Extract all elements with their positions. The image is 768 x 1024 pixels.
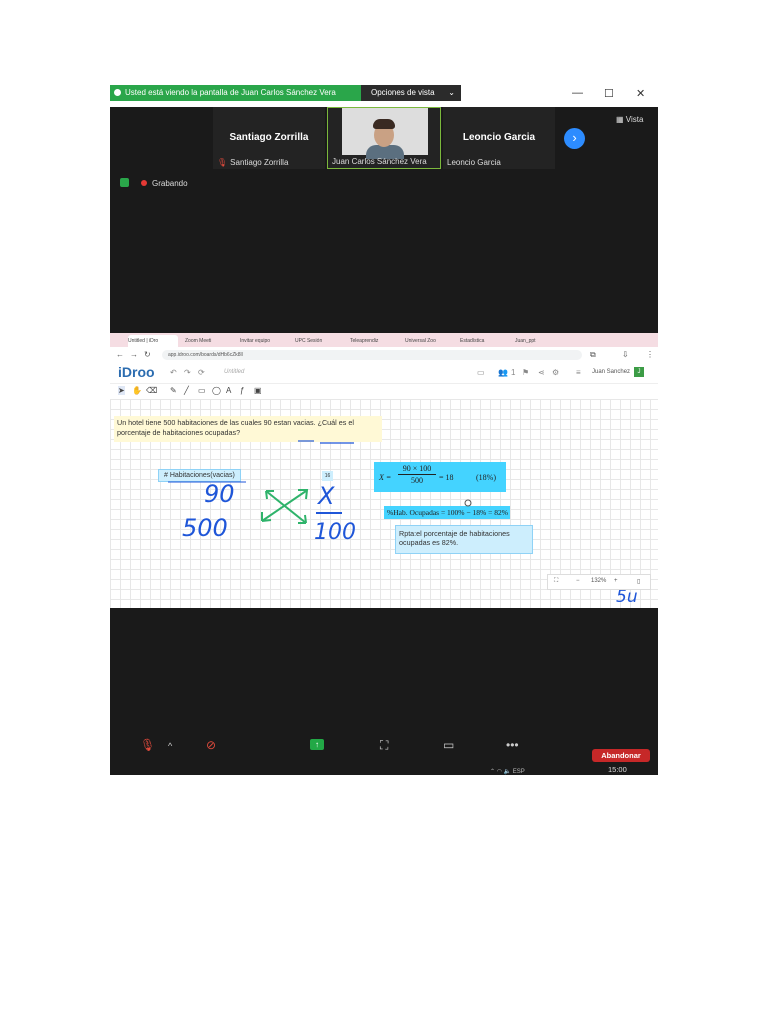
meeting-controls: 🎙 ^ ⊘ ↑ ⛶ ▭ ••• Abandonar ⌃ ◠ 🔈 ESP 15:0… <box>110 608 658 775</box>
more-icon[interactable]: ••• <box>506 738 519 752</box>
handwritten-5u: 5u <box>616 587 638 607</box>
line-tool-icon[interactable]: ╱ <box>184 386 189 395</box>
person-hair <box>373 119 395 129</box>
map-icon[interactable]: ▯ <box>637 578 640 585</box>
tab-estadistica[interactable]: Estadística <box>460 335 508 347</box>
user-count: 1 <box>511 368 516 377</box>
document-name[interactable]: Untitled <box>224 369 244 375</box>
menu-icon[interactable]: ⋮ <box>646 350 654 359</box>
zoom-in-button[interactable]: + <box>614 578 618 584</box>
share-icon[interactable]: ⋖ <box>538 368 545 377</box>
screen-share-notice: Usted está viendo la pantalla de Juan Ca… <box>110 85 364 101</box>
rectangle-tool-icon[interactable]: ▭ <box>198 386 206 395</box>
tab-upc[interactable]: UPC Sesión <box>295 335 343 347</box>
participant-name: Juan Carlos Sánchez Vera <box>332 157 427 166</box>
whiteboard-canvas[interactable]: Un hotel tiene 500 habitaciones de las c… <box>110 399 658 608</box>
participant-tile-leoncio[interactable]: Leoncio Garcia Leoncio Garcia <box>443 107 555 169</box>
share-screen-button[interactable]: ↑ <box>310 739 324 750</box>
handwritten-500: 500 <box>182 514 228 542</box>
reload-icon[interactable]: ↻ <box>144 350 151 359</box>
idroo-logo: iDroo <box>118 364 155 380</box>
meeting-area: Santiago Zorrilla 🎙 Santiago Zorrilla Jua… <box>110 107 658 333</box>
shield-icon <box>120 178 129 187</box>
chevron-down-icon: ⌄ <box>448 88 455 97</box>
grid-icon: ▦ <box>616 115 624 124</box>
tab-universal[interactable]: Universal Zoo <box>405 335 453 347</box>
avatar[interactable]: J <box>634 367 644 377</box>
download-icon[interactable]: ⇩ <box>622 350 629 359</box>
back-icon[interactable]: ← <box>116 350 124 359</box>
volume-icon[interactable]: 🔈 <box>504 769 511 775</box>
text-tool-icon[interactable]: A <box>226 386 231 395</box>
arrow-up-icon: ↑ <box>315 740 319 749</box>
screenshot-frame: Usted está viendo la pantalla de Juan Ca… <box>110 85 658 775</box>
minimize-button[interactable]: — <box>572 87 583 99</box>
zoom-level: 132% <box>591 578 607 584</box>
browser-tab-bar: Untitled | iDro Zoom Meeti Invitar equip… <box>110 333 658 347</box>
tab-youtube[interactable]: Teleaprendiz <box>350 335 398 347</box>
drawing-tools: ➤ ✋ ⌫ ✎ ╱ ▭ ◯ A ƒ ▣ <box>110 384 658 398</box>
participant-tile-santiago[interactable]: Santiago Zorrilla 🎙 Santiago Zorrilla <box>213 107 325 169</box>
wifi-icon[interactable]: ◠ <box>497 769 502 775</box>
users-icon[interactable]: 👥 <box>498 368 508 377</box>
shared-browser: Untitled | iDro Zoom Meeti Invitar equip… <box>110 333 658 608</box>
present-icon[interactable]: ▭ <box>477 368 485 377</box>
tab-invitar[interactable]: Invitar equipo <box>240 335 288 347</box>
view-button[interactable]: ▦ Vista <box>616 115 643 124</box>
zoom-out-button[interactable]: − <box>576 578 580 584</box>
cursor-icon <box>464 499 472 507</box>
tab-zoom[interactable]: Zoom Meeti <box>185 335 233 347</box>
zoom-top-banner: Usted está viendo la pantalla de Juan Ca… <box>110 85 658 107</box>
next-participants-button[interactable]: › <box>564 128 585 149</box>
record-dot-icon <box>141 180 147 186</box>
participant-name: Leoncio Garcia <box>447 158 501 167</box>
microphone-muted-icon[interactable]: 🎙 <box>140 738 155 752</box>
chevron-right-icon: › <box>572 130 577 145</box>
taskbar-clock: 15:00 <box>608 765 627 774</box>
select-tool-icon[interactable]: ➤ <box>118 386 125 395</box>
fit-screen-icon[interactable]: ⛶ <box>554 578 558 585</box>
language-indicator[interactable]: ESP <box>513 769 525 775</box>
handwritten-100: 100 <box>314 520 356 545</box>
address-bar: ← → ↻ app.idroo.com/boards/dHb6cZk8ll ⧉ … <box>110 347 658 364</box>
leave-button[interactable]: Abandonar <box>592 749 650 762</box>
apps-icon[interactable]: ▭ <box>443 738 454 752</box>
view-options-button[interactable]: Opciones de vista ⌄ <box>361 85 461 101</box>
hand-tool-icon[interactable]: ✋ <box>132 386 142 395</box>
share-status-icon <box>114 89 121 96</box>
sync-icon[interactable]: ⟳ <box>198 368 205 377</box>
chevron-up-icon[interactable]: ^ <box>168 741 172 751</box>
formula-tool-icon[interactable]: ƒ <box>240 386 244 395</box>
maximize-button[interactable]: ☐ <box>604 87 614 100</box>
image-tool-icon[interactable]: ▣ <box>254 386 262 395</box>
tab-ppt[interactable]: Juan_ppt <box>515 335 563 347</box>
gear-icon[interactable]: ⚙ <box>552 368 559 377</box>
handwritten-x: X <box>316 482 335 510</box>
undo-icon[interactable]: ↶ <box>170 368 177 377</box>
reactions-icon[interactable]: ⛶ <box>380 738 388 753</box>
recording-indicator: Grabando <box>120 178 188 188</box>
video-off-icon[interactable]: ⊘ <box>206 738 216 752</box>
participant-name: 🎙 Santiago Zorrilla <box>217 158 289 167</box>
extensions-icon[interactable]: ⧉ <box>590 350 596 360</box>
tab-idroo[interactable]: Untitled | iDro <box>128 335 178 347</box>
pen-tool-icon[interactable]: ✎ <box>170 386 177 395</box>
mic-muted-icon: 🎙 <box>217 158 228 167</box>
hamburger-icon[interactable]: ≡ <box>576 368 581 377</box>
participant-tile-juan[interactable]: Juan Carlos Sánchez Vera <box>327 107 441 169</box>
idroo-toolbar: iDroo ↶ ↷ ⟳ Untitled ▭ 👥 1 ⚑ ⋖ ⚙ ≡ Juan … <box>110 363 658 384</box>
chat-icon[interactable]: ⚑ <box>522 368 529 377</box>
forward-icon[interactable]: → <box>130 350 138 359</box>
eraser-tool-icon[interactable]: ⌫ <box>146 386 157 395</box>
handwritten-90: 90 <box>204 480 235 508</box>
participant-video <box>342 108 428 159</box>
url-input[interactable]: app.idroo.com/boards/dHb6cZk8ll <box>162 350 582 360</box>
close-button[interactable]: ✕ <box>636 87 645 100</box>
zoom-control: ⛶ − 132% + ▯ <box>547 574 651 590</box>
ellipse-tool-icon[interactable]: ◯ <box>212 386 221 395</box>
tray-chevron-icon[interactable]: ⌃ <box>490 769 495 775</box>
system-tray: ⌃ ◠ 🔈 ESP <box>490 768 525 775</box>
user-name: Juan Sanchez <box>592 369 631 375</box>
redo-icon[interactable]: ↷ <box>184 368 191 377</box>
